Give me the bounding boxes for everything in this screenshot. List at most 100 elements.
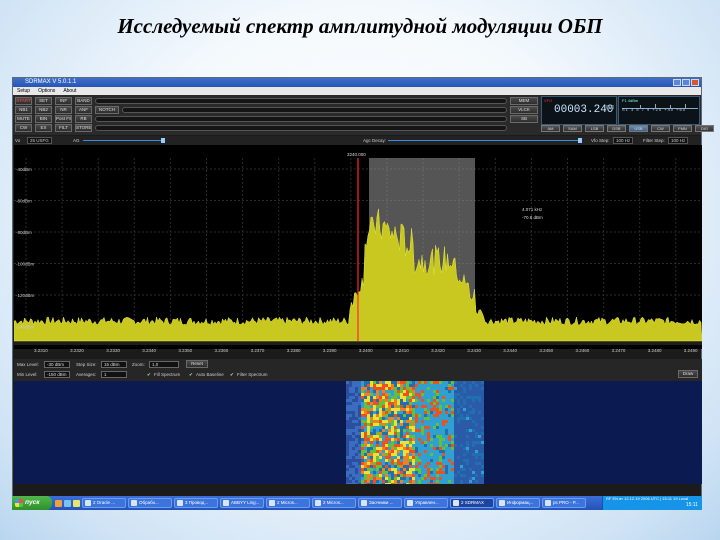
waterfall-cell bbox=[370, 468, 373, 471]
fill-spectrum-check-icon[interactable]: ✔ bbox=[147, 372, 151, 378]
mode-cw[interactable]: CW bbox=[651, 125, 670, 132]
waterfall-cell bbox=[367, 477, 370, 480]
waterfall-cell bbox=[430, 426, 433, 429]
set-button[interactable]: SET bbox=[35, 97, 52, 105]
vlck-button[interactable]: VLCK bbox=[510, 106, 538, 114]
taskbar-task[interactable]: Заочники ... bbox=[358, 498, 402, 508]
averages-field[interactable]: 1 bbox=[101, 371, 127, 378]
cw-button[interactable]: CW bbox=[15, 124, 32, 132]
waterfall-cell bbox=[361, 474, 364, 477]
waterfall-cell bbox=[415, 399, 418, 402]
frequency-display[interactable]: VFO 00003.240 000 bbox=[541, 96, 617, 125]
taskbar-task[interactable]: Обрабо... bbox=[128, 498, 172, 508]
taskbar-task[interactable]: ABBYY Ling... bbox=[220, 498, 264, 508]
maximize-icon[interactable] bbox=[682, 79, 690, 86]
spectrum-plot[interactable]: 3240.000 4.071 kHz -70.8 dBm -40dBm-60dB… bbox=[14, 145, 702, 359]
quicklaunch-icon[interactable] bbox=[64, 499, 71, 507]
waterfall-cell bbox=[457, 381, 460, 384]
waterfall-cell bbox=[454, 402, 457, 405]
quicklaunch-icon[interactable] bbox=[73, 499, 80, 507]
taskbar-task[interactable]: Информац... bbox=[496, 498, 540, 508]
waterfall-cell bbox=[355, 423, 358, 426]
zoom-field[interactable]: 1,0 bbox=[149, 361, 179, 368]
taskbar-task[interactable]: 2 SDRMAX bbox=[450, 498, 494, 508]
taskbar-task[interactable]: 2 Micros... bbox=[312, 498, 356, 508]
store-bar[interactable] bbox=[95, 125, 507, 131]
minimize-icon[interactable] bbox=[673, 79, 681, 86]
mute-button[interactable]: MUTE bbox=[15, 115, 32, 123]
window-titlebar[interactable]: SDRMAX V 5.0.1.1 bbox=[13, 78, 701, 87]
waterfall-cell bbox=[451, 471, 454, 474]
filter-spectrum-check-icon[interactable]: ✔ bbox=[230, 372, 234, 378]
waterfall-cell bbox=[460, 381, 463, 384]
draw-button[interactable]: Draw bbox=[678, 370, 698, 378]
waterfall-cell bbox=[415, 477, 418, 480]
anf-button[interactable]: ANF bbox=[75, 106, 92, 114]
waterfall-cell bbox=[481, 447, 484, 450]
agc-slider[interactable] bbox=[83, 140, 163, 141]
menu-about[interactable]: About bbox=[63, 87, 76, 95]
notch-bar[interactable] bbox=[122, 107, 507, 113]
mode-dsb[interactable]: DSB bbox=[607, 125, 626, 132]
menu-options[interactable]: Options bbox=[38, 87, 55, 95]
reset-button[interactable]: Reset bbox=[186, 360, 208, 368]
auto-baseline-check-icon[interactable]: ✔ bbox=[189, 372, 193, 378]
agc-decay-handle[interactable] bbox=[578, 138, 582, 143]
waterfall-cell bbox=[454, 429, 457, 432]
agc-slider-handle[interactable] bbox=[161, 138, 165, 143]
taskbar-task[interactable]: 2 Oracle ... bbox=[82, 498, 126, 508]
nb2-button[interactable]: NB2 bbox=[35, 106, 52, 114]
waterfall-cell bbox=[481, 429, 484, 432]
close-icon[interactable] bbox=[691, 79, 699, 86]
mode-usb[interactable]: USB bbox=[629, 125, 648, 132]
mode-lsb[interactable]: LSB bbox=[585, 125, 604, 132]
band-button[interactable]: BAND bbox=[75, 97, 92, 105]
mode-am[interactable]: AM bbox=[541, 125, 560, 132]
waterfall-cell bbox=[451, 468, 454, 471]
waterfall-cell bbox=[355, 435, 358, 438]
mode-fmn[interactable]: FMN bbox=[673, 125, 692, 132]
store-button[interactable]: STORE bbox=[75, 124, 92, 132]
quicklaunch-icon[interactable] bbox=[55, 499, 62, 507]
mem-button[interactable]: MEM bbox=[510, 97, 538, 105]
waterfall-cell bbox=[463, 477, 466, 480]
waterfall-cell bbox=[397, 483, 400, 484]
mode-sam[interactable]: SAM bbox=[563, 125, 582, 132]
filt-button[interactable]: FILT bbox=[55, 124, 72, 132]
band-bar[interactable] bbox=[95, 98, 507, 104]
waterfall-cell bbox=[346, 444, 349, 447]
vol-select[interactable]: 25 USFG bbox=[27, 137, 52, 144]
taskbar-task[interactable]: ps PRO - P... bbox=[542, 498, 586, 508]
taskbar-task[interactable]: 3 Провод... bbox=[174, 498, 218, 508]
min-level-field[interactable]: -150 dBm bbox=[44, 371, 70, 378]
agc-decay-slider[interactable] bbox=[388, 140, 578, 141]
waterfall-cell bbox=[442, 381, 445, 384]
waterfall-cell bbox=[352, 381, 355, 384]
taskbar-task[interactable]: 2 Micros... bbox=[266, 498, 310, 508]
nr-button[interactable]: NR bbox=[55, 106, 72, 114]
waterfall-cell bbox=[391, 462, 394, 465]
sb-button[interactable]: SB bbox=[510, 115, 538, 123]
ex-button[interactable]: EX bbox=[35, 124, 52, 132]
tray-clock[interactable]: 15:11 bbox=[686, 502, 698, 508]
start-button[interactable]: START bbox=[15, 97, 32, 105]
taskbar-task[interactable]: Управлен... bbox=[404, 498, 448, 508]
waterfall-display[interactable] bbox=[14, 381, 702, 484]
nb1-button[interactable]: NB1 bbox=[15, 106, 32, 114]
post-fs-button[interactable]: Post FS bbox=[55, 115, 72, 123]
start-button[interactable]: пуск bbox=[12, 496, 52, 510]
waterfall-cell bbox=[430, 438, 433, 441]
bin-button[interactable]: BIN bbox=[35, 115, 52, 123]
menu-setup[interactable]: Setup bbox=[17, 87, 30, 95]
notch-button[interactable]: NOTCH bbox=[95, 106, 119, 114]
rb-bar[interactable] bbox=[95, 116, 507, 122]
max-level-field[interactable]: -30 dBm bbox=[44, 361, 70, 368]
waterfall-cell bbox=[379, 405, 382, 408]
rb-button[interactable]: RB bbox=[75, 115, 92, 123]
spectrum-panel[interactable]: 3240.000 4.071 kHz -70.8 dBm -40dBm -60dB… bbox=[14, 145, 702, 353]
mode-dig[interactable]: DIG bbox=[695, 125, 714, 132]
filter-step-select[interactable]: 100 Hz bbox=[668, 137, 689, 144]
step-size-field[interactable]: 15 dBm bbox=[101, 361, 127, 368]
vfo-step-select[interactable]: 100 Hz bbox=[613, 137, 634, 144]
inf-button[interactable]: INF bbox=[55, 97, 72, 105]
